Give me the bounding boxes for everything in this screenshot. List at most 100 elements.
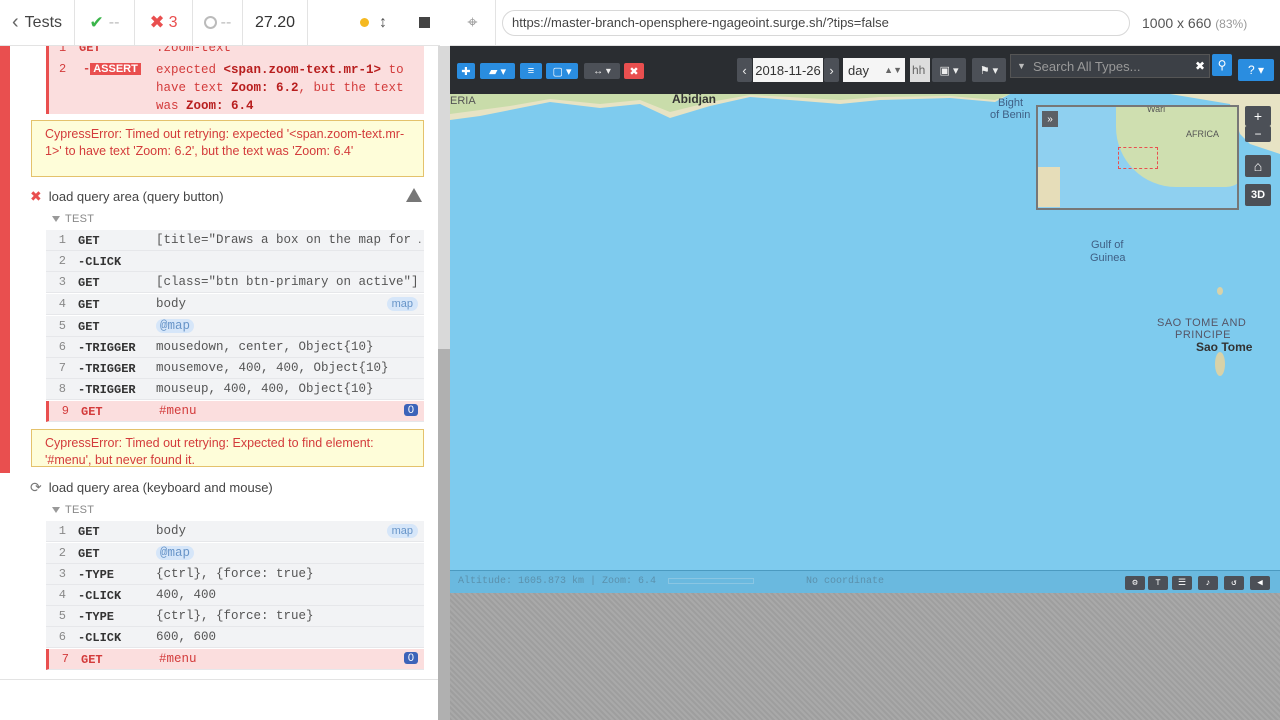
search-dropdown-icon[interactable]: ▼ — [1017, 61, 1026, 71]
caret-down-icon — [52, 507, 60, 513]
draw-box-button[interactable]: ▢ ▾ — [546, 63, 578, 79]
command-row[interactable]: 2 -CLICK — [46, 251, 424, 272]
tests-back-button[interactable]: ‹ Tests — [0, 0, 75, 46]
previous-date-button[interactable]: ‹ — [737, 58, 752, 82]
zoom-out-button[interactable]: − — [1245, 126, 1271, 142]
app-toolbar: ✚ ▰ ▾ ≡ ▢ ▾ ↔ ▾ ✖ ‹ 2018-11-26 › day ▲▼ h… — [450, 46, 1280, 94]
hook-header[interactable]: TEST — [52, 213, 94, 225]
map-label: Gulf of — [1091, 239, 1124, 251]
search-input[interactable]: ▼ Search All Types... ✖ — [1010, 54, 1210, 78]
overview-map[interactable]: AFRICA Wari » — [1036, 105, 1239, 210]
alias-tag: map — [386, 297, 418, 311]
error-message[interactable]: CypressError: Timed out retrying: expect… — [31, 120, 424, 177]
divider — [0, 679, 440, 680]
search-placeholder: Search All Types... — [1033, 58, 1141, 74]
assert-badge: ASSERT — [90, 63, 141, 75]
command-row[interactable]: 2 GET @map — [46, 543, 424, 564]
command-row-failed[interactable]: 7 GET #menu 0 — [46, 649, 424, 670]
command-row[interactable]: 3 GET [class="btn btn-primary on active"] — [46, 272, 424, 293]
command-row[interactable]: 7 -TRIGGER mousemove, 400, 400, Object{10} — [46, 358, 424, 379]
clear-button[interactable]: ✖ — [624, 63, 644, 79]
add-data-button[interactable]: ✚ — [457, 63, 475, 79]
failed-test-indicator — [0, 46, 10, 473]
url-display[interactable]: https://master-branch-opensphere-ngageoi… — [502, 9, 1130, 36]
map-label: ERIA — [450, 95, 476, 107]
passed-count[interactable]: ✔ -- — [75, 0, 135, 46]
layers-button[interactable]: ≡ — [520, 63, 542, 79]
map-canvas[interactable]: ERIA Abidjan Bight of Benin Gulf of Guin… — [450, 93, 1280, 570]
scrollbar-thumb[interactable] — [438, 349, 450, 720]
pending-count[interactable]: -- — [193, 0, 243, 46]
3d-toggle-button[interactable]: 3D — [1245, 184, 1271, 206]
expand-overview-icon[interactable]: » — [1042, 111, 1058, 127]
notifications-icon[interactable]: ♪ — [1198, 576, 1218, 590]
hour-field[interactable]: hh — [910, 58, 930, 82]
scale-line — [668, 578, 754, 584]
command-row[interactable]: 8 -TRIGGER mouseup, 400, 400, Object{10} — [46, 379, 424, 400]
selector-playground-icon[interactable]: ⌖ — [450, 0, 496, 46]
assert-command[interactable]: 1 GET .zoom-text 2 - ASSERT expected <spa… — [46, 46, 424, 114]
command-row[interactable]: 5 GET @map — [46, 316, 424, 337]
failed-icon: ✖ — [30, 188, 42, 204]
error-message[interactable]: CypressError: Timed out retrying: Expect… — [31, 429, 424, 467]
date-field[interactable]: 2018-11-26 — [753, 58, 823, 82]
alias-tag: map — [386, 524, 418, 538]
bookmark-button[interactable]: ⚑ ▾ — [972, 58, 1006, 82]
test-title-text: load query area (keyboard and mouse) — [48, 480, 273, 495]
reporter-scrollbar[interactable] — [438, 46, 450, 720]
aut-url-bar: ⌖ https://master-branch-opensphere-ngage… — [450, 0, 1280, 46]
range-select[interactable]: day ▲▼ — [843, 58, 905, 82]
command-row-failed[interactable]: 9 GET #menu 0 — [46, 401, 424, 422]
caret-down-icon — [52, 216, 60, 222]
sound-icon[interactable]: ◀ — [1250, 576, 1270, 590]
test-title[interactable]: ⟳ load query area (keyboard and mouse) — [30, 479, 273, 496]
viewport-size[interactable]: 1000 x 660 (83%) — [1142, 15, 1247, 31]
failed-count[interactable]: ✖ 3 — [135, 0, 193, 46]
failed-value: 3 — [168, 13, 178, 31]
cross-icon: ✖ — [149, 12, 165, 32]
element-count-badge: 0 — [403, 652, 418, 664]
status-bar: Altitude: 1605.873 km | Zoom: 6.4 No coo… — [450, 570, 1280, 593]
next-date-button[interactable]: › — [824, 58, 839, 82]
opensphere-app: ✚ ▰ ▾ ≡ ▢ ▾ ↔ ▾ ✖ ‹ 2018-11-26 › day ▲▼ h… — [450, 46, 1280, 593]
stop-icon[interactable] — [419, 17, 430, 28]
command-row[interactable]: 6 -CLICK 600, 600 — [46, 627, 424, 648]
command-row[interactable]: 6 -TRIGGER mousedown, center, Object{10} — [46, 337, 424, 358]
running-spinner-icon: ⟳ — [30, 479, 42, 495]
viewport-dimensions: 1000 x 660 — [1142, 14, 1212, 31]
command-row[interactable]: 1 GET [title="Draws a box on the map for … — [46, 230, 424, 251]
layers-stack-icon[interactable]: ☰ — [1172, 576, 1192, 590]
clear-search-icon[interactable]: ✖ — [1195, 59, 1205, 73]
help-button[interactable]: ? ▾ — [1238, 59, 1274, 81]
hook-header[interactable]: TEST — [52, 504, 94, 516]
pending-value: -- — [220, 13, 232, 31]
command-row[interactable]: 4 GET body map — [46, 294, 424, 315]
tests-label: Tests — [24, 13, 63, 31]
open-file-button[interactable]: ▰ ▾ — [480, 63, 515, 79]
chevron-left-icon: ‹ — [12, 11, 19, 33]
select-arrow-icon: ▲▼ — [884, 65, 902, 75]
timeline-icon[interactable]: ⊤ — [1148, 576, 1168, 590]
warning-icon — [406, 188, 422, 202]
map-label-city: Sao Tome — [1196, 340, 1253, 354]
zoom-in-button[interactable]: + — [1245, 106, 1271, 126]
measure-button[interactable]: ↔ ▾ — [584, 63, 620, 79]
command-row[interactable]: 5 -TYPE {ctrl}, {force: true} — [46, 606, 424, 627]
command-row[interactable]: 3 -TYPE {ctrl}, {force: true} — [46, 564, 424, 585]
save-time-button[interactable]: ▣ ▾ — [932, 58, 966, 82]
aut-background — [450, 593, 1280, 720]
test-title[interactable]: ✖ load query area (query button) — [30, 188, 224, 205]
search-button[interactable]: ⚲ — [1212, 54, 1232, 76]
auto-scroll-icon[interactable]: ↕ — [379, 14, 387, 32]
command-row[interactable]: 1 GET body map — [46, 521, 424, 542]
map-label-country: SAO TOME AND — [1157, 317, 1247, 329]
command-row[interactable]: 4 -CLICK 400, 400 — [46, 585, 424, 606]
duration: 27.20 — [243, 0, 308, 46]
viewport-scale: (83%) — [1215, 16, 1248, 31]
overview-landmass — [1038, 167, 1060, 207]
history-icon[interactable]: ↺ — [1224, 576, 1244, 590]
test-title-text: load query area (query button) — [48, 189, 224, 204]
assert-message: expected <span.zoom-text.mr-1> to have t… — [156, 63, 404, 113]
home-icon[interactable]: ⌂ — [1245, 155, 1271, 177]
settings-icon[interactable]: ⚙ — [1125, 576, 1145, 590]
